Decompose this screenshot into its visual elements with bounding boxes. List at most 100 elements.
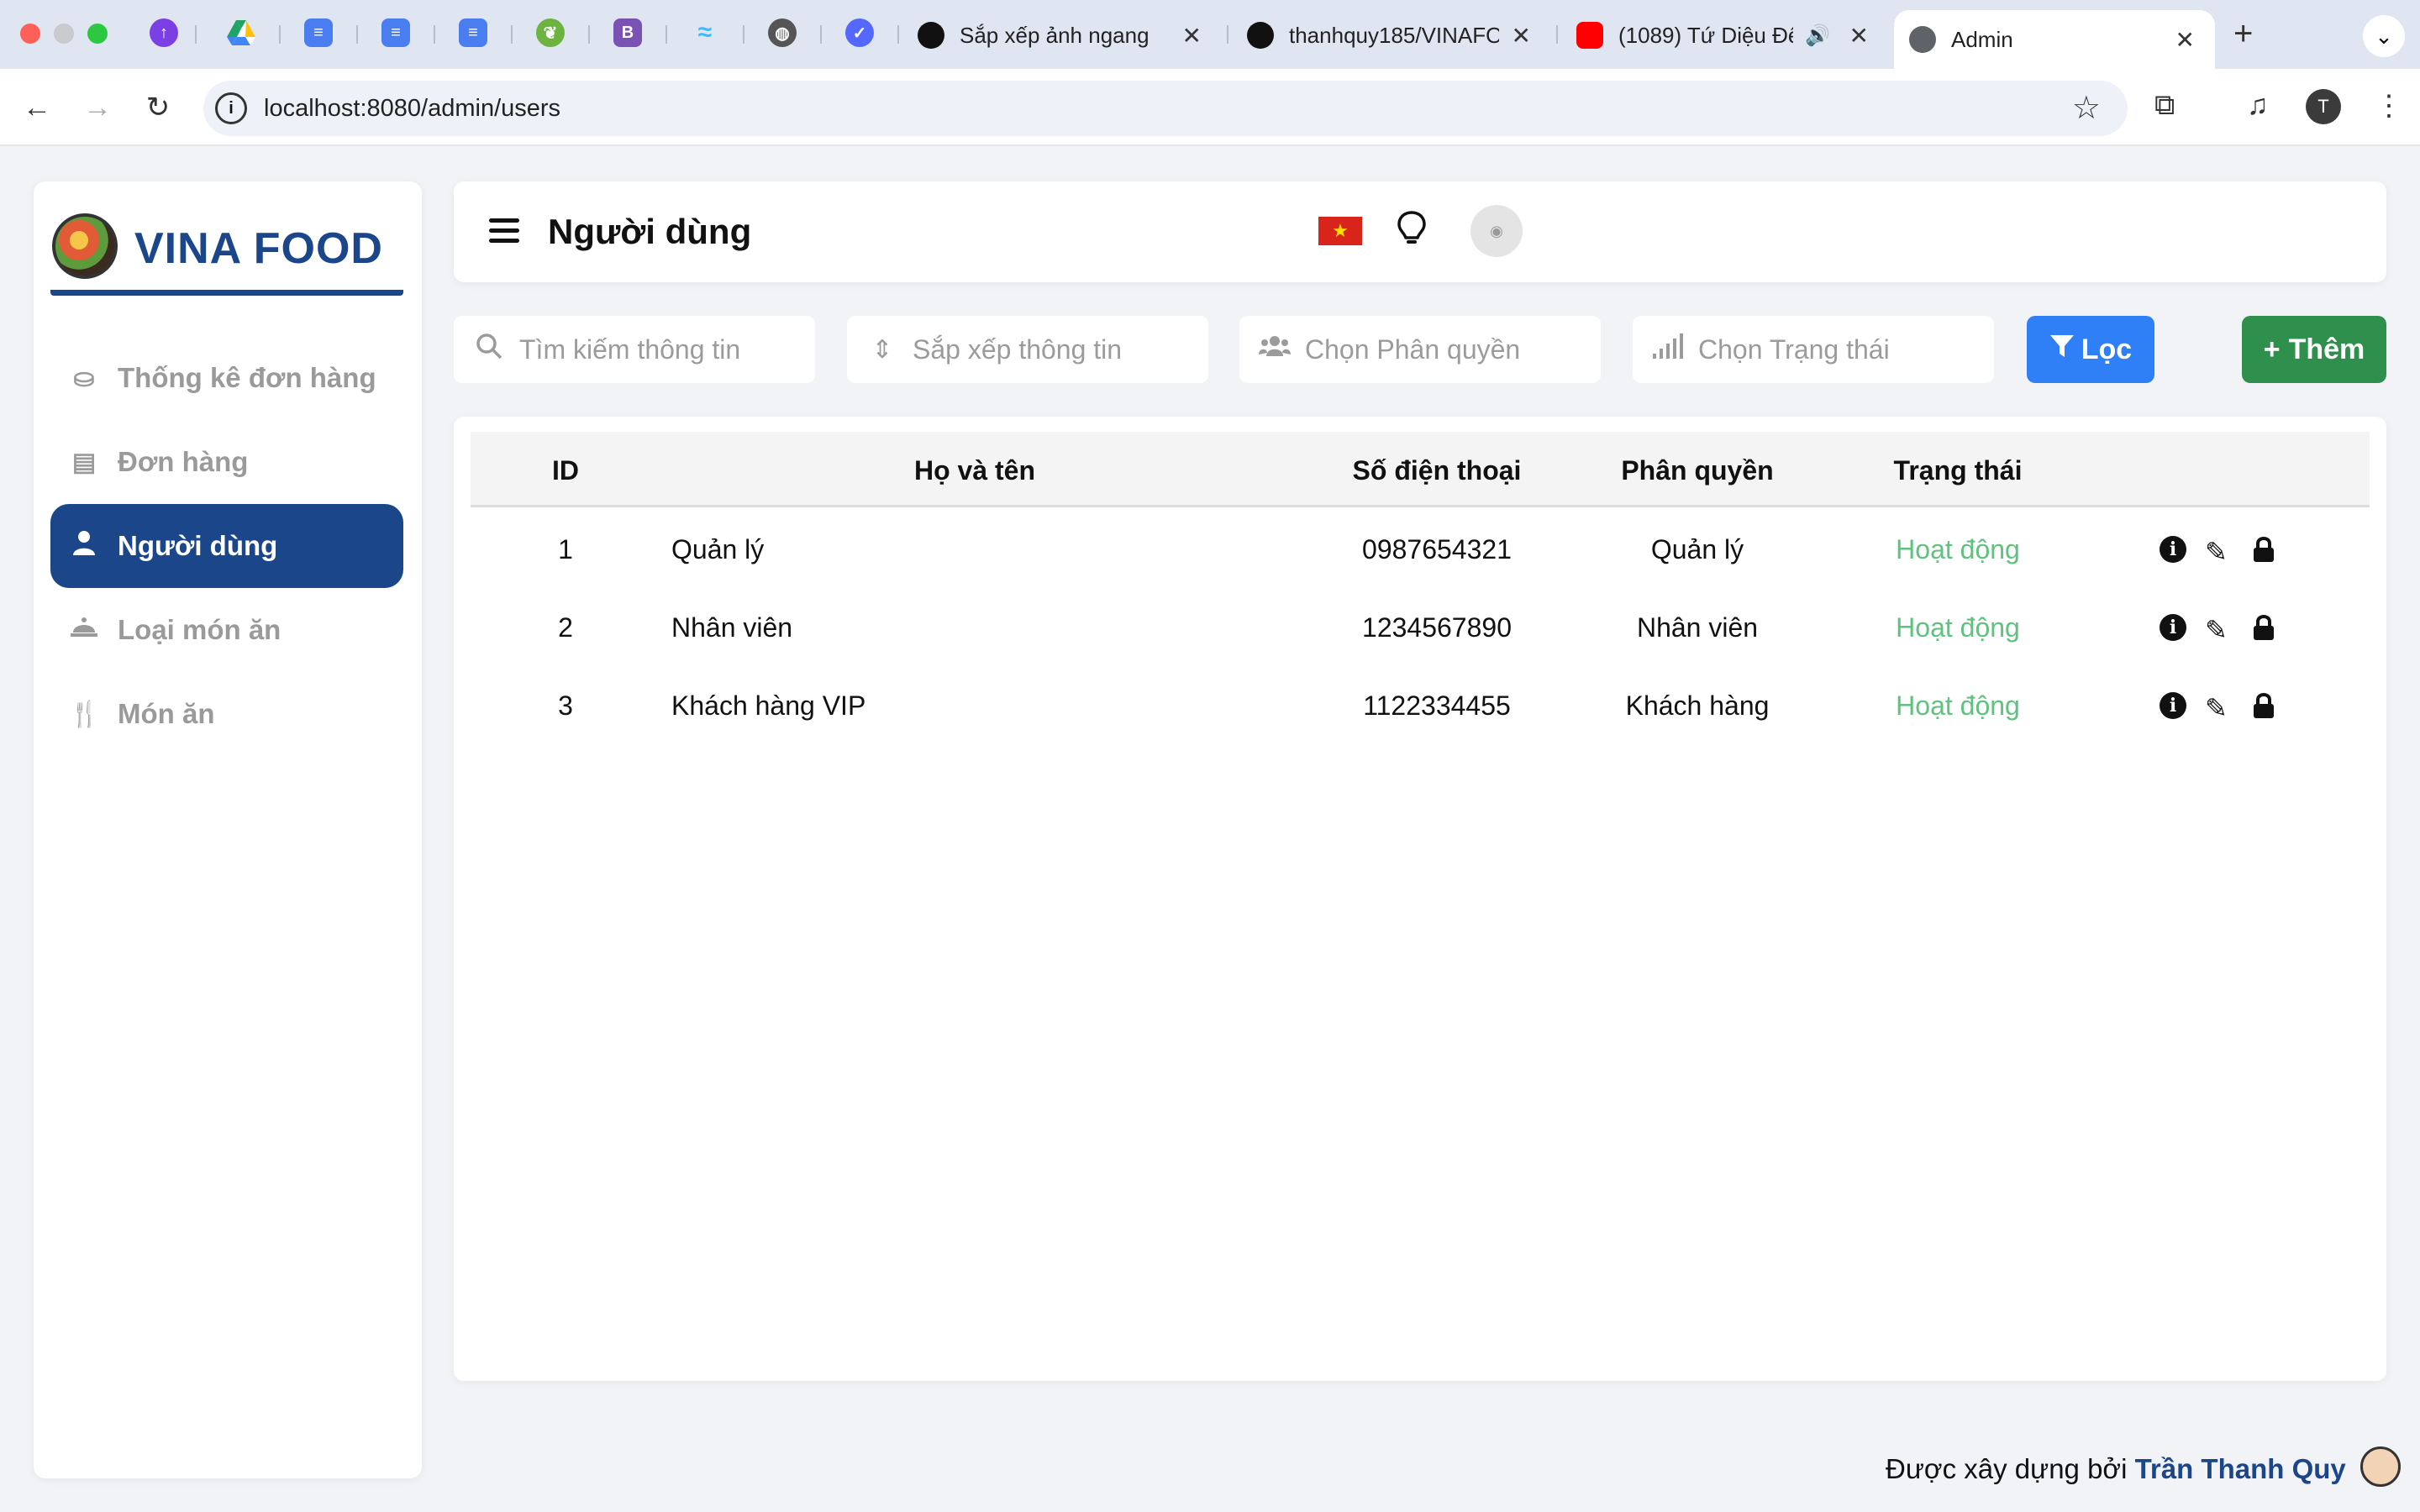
status-placeholder: Chọn Trạng thái bbox=[1698, 333, 1890, 365]
user-avatar[interactable]: ◉ bbox=[1470, 205, 1523, 257]
receipt-icon: ▤ bbox=[71, 448, 97, 476]
close-tab-icon[interactable]: ✕ bbox=[1512, 22, 1531, 50]
close-tab-icon[interactable]: ✕ bbox=[1182, 22, 1202, 50]
info-icon[interactable]: i bbox=[2160, 536, 2186, 563]
hamburger-menu-icon[interactable] bbox=[489, 218, 519, 244]
table-row: 3 Khách hàng VIP 1122334455 Khách hàng H… bbox=[471, 667, 2370, 745]
minimize-window-button[interactable] bbox=[54, 24, 74, 44]
sidebar-item-order-stats[interactable]: ⛀ Thống kê đơn hàng bbox=[50, 336, 403, 420]
page-header: Người dùng ★ ◉ bbox=[454, 181, 2386, 282]
table-row: 2 Nhân viên 1234567890 Nhân viên Hoạt độ… bbox=[471, 589, 2370, 667]
add-user-button[interactable]: + Thêm bbox=[2242, 316, 2386, 383]
tab-title: Admin bbox=[1951, 26, 2013, 52]
filter-button-label: Lọc bbox=[2081, 333, 2133, 365]
globe-icon[interactable]: ◍ bbox=[768, 18, 797, 47]
brand-logo bbox=[52, 213, 118, 279]
sidebar-item-foods[interactable]: 🍴 Món ăn bbox=[50, 672, 403, 756]
column-header-role: Phân quyền bbox=[1621, 455, 1774, 486]
github-icon bbox=[1247, 22, 1274, 49]
info-icon[interactable]: i bbox=[2160, 692, 2186, 719]
bootstrap-icon[interactable]: B bbox=[613, 18, 642, 47]
edit-icon[interactable]: ✎ bbox=[2205, 614, 2228, 646]
cell-name: Khách hàng VIP bbox=[671, 690, 866, 721]
cell-id: 3 bbox=[558, 690, 573, 721]
utensils-icon: 🍴 bbox=[69, 700, 101, 728]
sidebar-item-label: Thống kê đơn hàng bbox=[118, 362, 376, 393]
cell-status: Hoạt động bbox=[1896, 612, 2020, 643]
lightbulb-icon[interactable] bbox=[1397, 210, 1427, 256]
browser-tab[interactable]: thanhquy185/VINAFOO ✕ bbox=[1232, 12, 1551, 59]
speaker-icon[interactable]: 🔊 bbox=[1805, 24, 1830, 48]
extension-icon[interactable]: ↑ bbox=[150, 18, 178, 47]
back-arrow-icon[interactable]: ← bbox=[17, 87, 57, 128]
plus-icon: + bbox=[2263, 333, 2281, 365]
cell-id: 2 bbox=[558, 612, 573, 643]
users-group-icon bbox=[1258, 334, 1292, 365]
cell-name: Nhân viên bbox=[671, 612, 793, 643]
media-control-icon[interactable]: ♫ bbox=[2247, 89, 2269, 122]
signal-bars-icon bbox=[1651, 333, 1685, 365]
column-header-status: Trạng thái bbox=[1893, 455, 2023, 486]
browser-tab[interactable]: (1089) Tứ Diệu Đế 🔊 ✕ bbox=[1561, 12, 1889, 59]
info-icon[interactable]: i bbox=[2160, 614, 2186, 641]
docs-icon[interactable]: ≡ bbox=[459, 18, 487, 47]
docs-icon[interactable]: ≡ bbox=[304, 18, 333, 47]
sidebar-item-orders[interactable]: ▤ Đơn hàng bbox=[50, 420, 403, 504]
page-title: Người dùng bbox=[548, 212, 752, 251]
tailwind-icon[interactable]: ≈ bbox=[691, 18, 719, 47]
footer-author-link[interactable]: Trần Thanh Quy bbox=[2135, 1453, 2346, 1484]
forward-arrow-icon[interactable]: → bbox=[77, 87, 118, 128]
role-select[interactable]: Chọn Phân quyền bbox=[1239, 316, 1601, 383]
edit-icon[interactable]: ✎ bbox=[2205, 536, 2228, 568]
close-tab-icon[interactable]: ✕ bbox=[1849, 22, 1869, 50]
cell-role: Khách hàng bbox=[1625, 690, 1770, 721]
cell-phone: 0987654321 bbox=[1362, 534, 1512, 564]
search-icon bbox=[472, 333, 506, 366]
address-bar[interactable]: i localhost:8080/admin/users ☆ bbox=[203, 81, 2128, 136]
status-select[interactable]: Chọn Trạng thái bbox=[1633, 316, 1994, 383]
lock-icon[interactable] bbox=[2252, 536, 2275, 570]
sort-icon: ⇕ bbox=[871, 335, 893, 364]
sidebar-item-label: Đơn hàng bbox=[118, 446, 249, 477]
lock-icon[interactable] bbox=[2252, 614, 2275, 648]
sidebar-item-label: Người dùng bbox=[118, 530, 278, 561]
sidebar-item-users[interactable]: Người dùng bbox=[50, 504, 403, 588]
user-icon bbox=[69, 530, 99, 562]
users-table-panel: ID Họ và tên Số điện thoại Phân quyền Tr… bbox=[454, 417, 2386, 1381]
cell-phone: 1234567890 bbox=[1362, 612, 1512, 643]
close-tab-icon[interactable]: ✕ bbox=[2175, 26, 2195, 54]
url-text[interactable]: localhost:8080/admin/users bbox=[264, 95, 560, 123]
browser-tab[interactable]: Sắp xếp ảnh ngang ✕ bbox=[902, 12, 1222, 59]
close-window-button[interactable] bbox=[20, 24, 40, 44]
browser-tab-active[interactable]: Admin ✕ bbox=[1894, 10, 2215, 69]
reload-icon[interactable]: ↻ bbox=[138, 87, 178, 128]
drive-icon[interactable] bbox=[227, 18, 255, 47]
sidebar: VINA FOOD ⛀ Thống kê đơn hàng ▤ Đơn hàng… bbox=[34, 181, 422, 1478]
cell-phone: 1122334455 bbox=[1363, 690, 1511, 721]
brand[interactable]: VINA FOOD bbox=[50, 198, 403, 296]
filter-bar: Tìm kiếm thông tin ⇕ Sắp xếp thông tin C… bbox=[454, 316, 2386, 383]
lock-icon[interactable] bbox=[2252, 692, 2275, 726]
spring-icon[interactable]: ❦ bbox=[536, 18, 565, 47]
cell-role: Quản lý bbox=[1650, 534, 1744, 564]
sidebar-menu: ⛀ Thống kê đơn hàng ▤ Đơn hàng Người dùn… bbox=[50, 336, 403, 756]
maximize-window-button[interactable] bbox=[87, 24, 108, 44]
bookmark-star-icon[interactable]: ☆ bbox=[2072, 89, 2101, 127]
filter-button[interactable]: Lọc bbox=[2027, 316, 2154, 383]
search-input[interactable]: Tìm kiếm thông tin bbox=[454, 316, 815, 383]
new-tab-button[interactable]: + bbox=[2233, 15, 2253, 53]
sidebar-item-food-categories[interactable]: Loại món ăn bbox=[50, 588, 403, 672]
cell-status: Hoạt động bbox=[1896, 690, 2020, 721]
docs-icon[interactable]: ≡ bbox=[381, 18, 410, 47]
tab-search-button[interactable]: ⌄ bbox=[2363, 15, 2405, 57]
brand-name: VINA FOOD bbox=[134, 224, 383, 273]
more-menu-icon[interactable]: ⋮ bbox=[2375, 89, 2403, 123]
sort-select[interactable]: ⇕ Sắp xếp thông tin bbox=[847, 316, 1208, 383]
site-info-icon[interactable]: i bbox=[215, 92, 247, 124]
vietnam-flag-icon[interactable]: ★ bbox=[1318, 217, 1362, 245]
app-icon[interactable]: ✓ bbox=[845, 18, 874, 47]
extensions-puzzle-icon[interactable]: ⧉ bbox=[2154, 89, 2175, 122]
edit-icon[interactable]: ✎ bbox=[2205, 692, 2228, 724]
youtube-icon bbox=[1576, 22, 1603, 49]
profile-avatar[interactable]: T bbox=[2306, 89, 2341, 124]
